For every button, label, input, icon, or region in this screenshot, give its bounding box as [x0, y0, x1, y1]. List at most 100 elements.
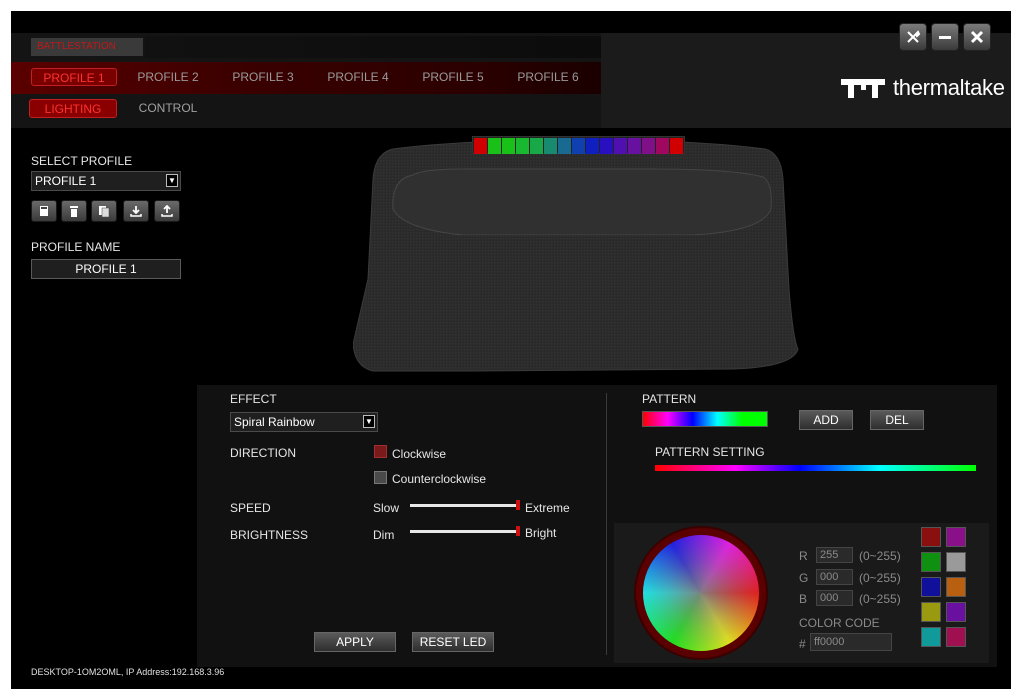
speed-max-label: Extreme	[525, 501, 570, 515]
copy-icon	[99, 206, 110, 218]
led-4[interactable]	[516, 138, 529, 154]
chevron-down-icon: ▼	[166, 174, 178, 187]
swatch-7[interactable]	[921, 602, 941, 622]
blue-range: (0~255)	[859, 592, 901, 606]
swatch-9[interactable]	[921, 627, 941, 647]
pattern-setting-label: PATTERN SETTING	[655, 445, 765, 459]
apply-button[interactable]: APPLY	[314, 632, 396, 652]
tab-profile-1[interactable]: PROFILE 1	[31, 68, 117, 86]
pattern-del-button[interactable]: DEL	[870, 410, 924, 430]
led-6[interactable]	[544, 138, 557, 154]
effect-label: EFFECT	[230, 392, 277, 406]
brand-logo: thermaltake	[839, 73, 1005, 103]
tab-profile-2[interactable]: PROFILE 2	[133, 68, 203, 86]
speed-label: SPEED	[230, 501, 271, 515]
color-code-input[interactable]: ff0000	[810, 633, 892, 651]
app-title-tab: BATTLESTATION	[31, 38, 143, 56]
tab-profile-3[interactable]: PROFILE 3	[228, 68, 298, 86]
swatch-8[interactable]	[946, 602, 966, 622]
pattern-label: PATTERN	[642, 392, 697, 406]
counterclockwise-label: Counterclockwise	[392, 472, 487, 486]
close-button[interactable]	[963, 23, 991, 51]
app-window: BATTLESTATION PROFILE 1 PROFILE 2 PROFIL…	[11, 11, 1011, 689]
device-image	[353, 140, 799, 372]
blue-label: B	[799, 592, 808, 606]
tab-profile-4[interactable]: PROFILE 4	[323, 68, 393, 86]
swatch-10[interactable]	[946, 627, 966, 647]
green-range: (0~255)	[859, 571, 901, 585]
swatch-3[interactable]	[921, 552, 941, 572]
red-range: (0~255)	[859, 549, 901, 563]
tools-button[interactable]	[899, 23, 927, 51]
import-icon	[130, 206, 142, 217]
red-input[interactable]: 255	[816, 547, 853, 563]
effect-select-value: Spiral Rainbow	[234, 415, 315, 429]
green-label: G	[799, 571, 809, 585]
panel-divider	[606, 393, 607, 655]
chevron-down-icon: ▼	[363, 415, 375, 428]
tools-icon	[907, 30, 921, 43]
tab-control[interactable]: CONTROL	[128, 99, 208, 118]
brightness-slider[interactable]	[410, 530, 520, 533]
profile-name-label: PROFILE NAME	[31, 240, 121, 254]
pattern-add-button[interactable]: ADD	[799, 410, 853, 430]
clockwise-label: Clockwise	[392, 447, 447, 461]
led-10[interactable]	[600, 138, 613, 154]
led-strip	[472, 136, 685, 154]
speed-slider[interactable]	[410, 504, 520, 507]
profile-select[interactable]: PROFILE 1 ▼	[31, 171, 181, 191]
brightness-label: BRIGHTNESS	[230, 528, 309, 542]
import-profile-button[interactable]	[123, 200, 149, 222]
led-12[interactable]	[628, 138, 641, 154]
blue-input[interactable]: 000	[816, 590, 853, 606]
effect-select[interactable]: Spiral Rainbow ▼	[230, 412, 378, 432]
swatch-4[interactable]	[946, 552, 966, 572]
export-icon	[161, 204, 173, 217]
export-profile-button[interactable]	[154, 200, 180, 222]
counterclockwise-radio[interactable]	[374, 471, 387, 484]
brightness-slider-handle[interactable]	[516, 526, 520, 536]
pattern-gradient-bar[interactable]	[655, 465, 976, 471]
speed-slider-handle[interactable]	[516, 500, 520, 510]
led-9[interactable]	[586, 138, 599, 154]
color-code-hash: #	[799, 637, 806, 651]
led-15[interactable]	[670, 138, 683, 154]
profile-name-field[interactable]: PROFILE 1	[31, 259, 181, 279]
delete-profile-button[interactable]	[61, 200, 87, 222]
led-3[interactable]	[502, 138, 515, 154]
profile-select-value: PROFILE 1	[35, 174, 97, 188]
led-7[interactable]	[558, 138, 571, 154]
swatch-6[interactable]	[946, 577, 966, 597]
tab-lighting[interactable]: LIGHTING	[29, 99, 117, 118]
led-2[interactable]	[488, 138, 501, 154]
led-1[interactable]	[474, 138, 487, 154]
direction-label: DIRECTION	[230, 446, 296, 460]
minimize-button[interactable]	[931, 23, 959, 51]
led-8[interactable]	[572, 138, 585, 154]
led-5[interactable]	[530, 138, 543, 154]
swatch-1[interactable]	[921, 527, 941, 547]
red-label: R	[799, 549, 808, 563]
save-profile-button[interactable]	[31, 200, 57, 222]
color-wheel-shade	[643, 535, 759, 651]
tab-profile-5[interactable]: PROFILE 5	[418, 68, 488, 86]
color-code-label: COLOR CODE	[799, 616, 880, 630]
copy-profile-button[interactable]	[91, 200, 117, 222]
reset-led-button[interactable]: RESET LED	[412, 632, 494, 652]
select-profile-label: SELECT PROFILE	[31, 154, 133, 168]
swatch-2[interactable]	[946, 527, 966, 547]
clockwise-radio[interactable]	[374, 445, 387, 458]
delete-icon	[70, 206, 78, 217]
tab-profile-6[interactable]: PROFILE 6	[513, 68, 583, 86]
led-13[interactable]	[642, 138, 655, 154]
pattern-preview[interactable]	[642, 411, 768, 427]
green-input[interactable]: 000	[816, 569, 853, 585]
minimize-icon	[939, 36, 951, 39]
led-11[interactable]	[614, 138, 627, 154]
swatch-5[interactable]	[921, 577, 941, 597]
led-14[interactable]	[656, 138, 669, 154]
brand-name: thermaltake	[893, 75, 1005, 100]
thermaltake-logo-icon	[841, 79, 885, 98]
status-footer: DESKTOP-1OM2OML, IP Address:192.168.3.96	[31, 667, 225, 677]
close-icon	[970, 30, 984, 44]
